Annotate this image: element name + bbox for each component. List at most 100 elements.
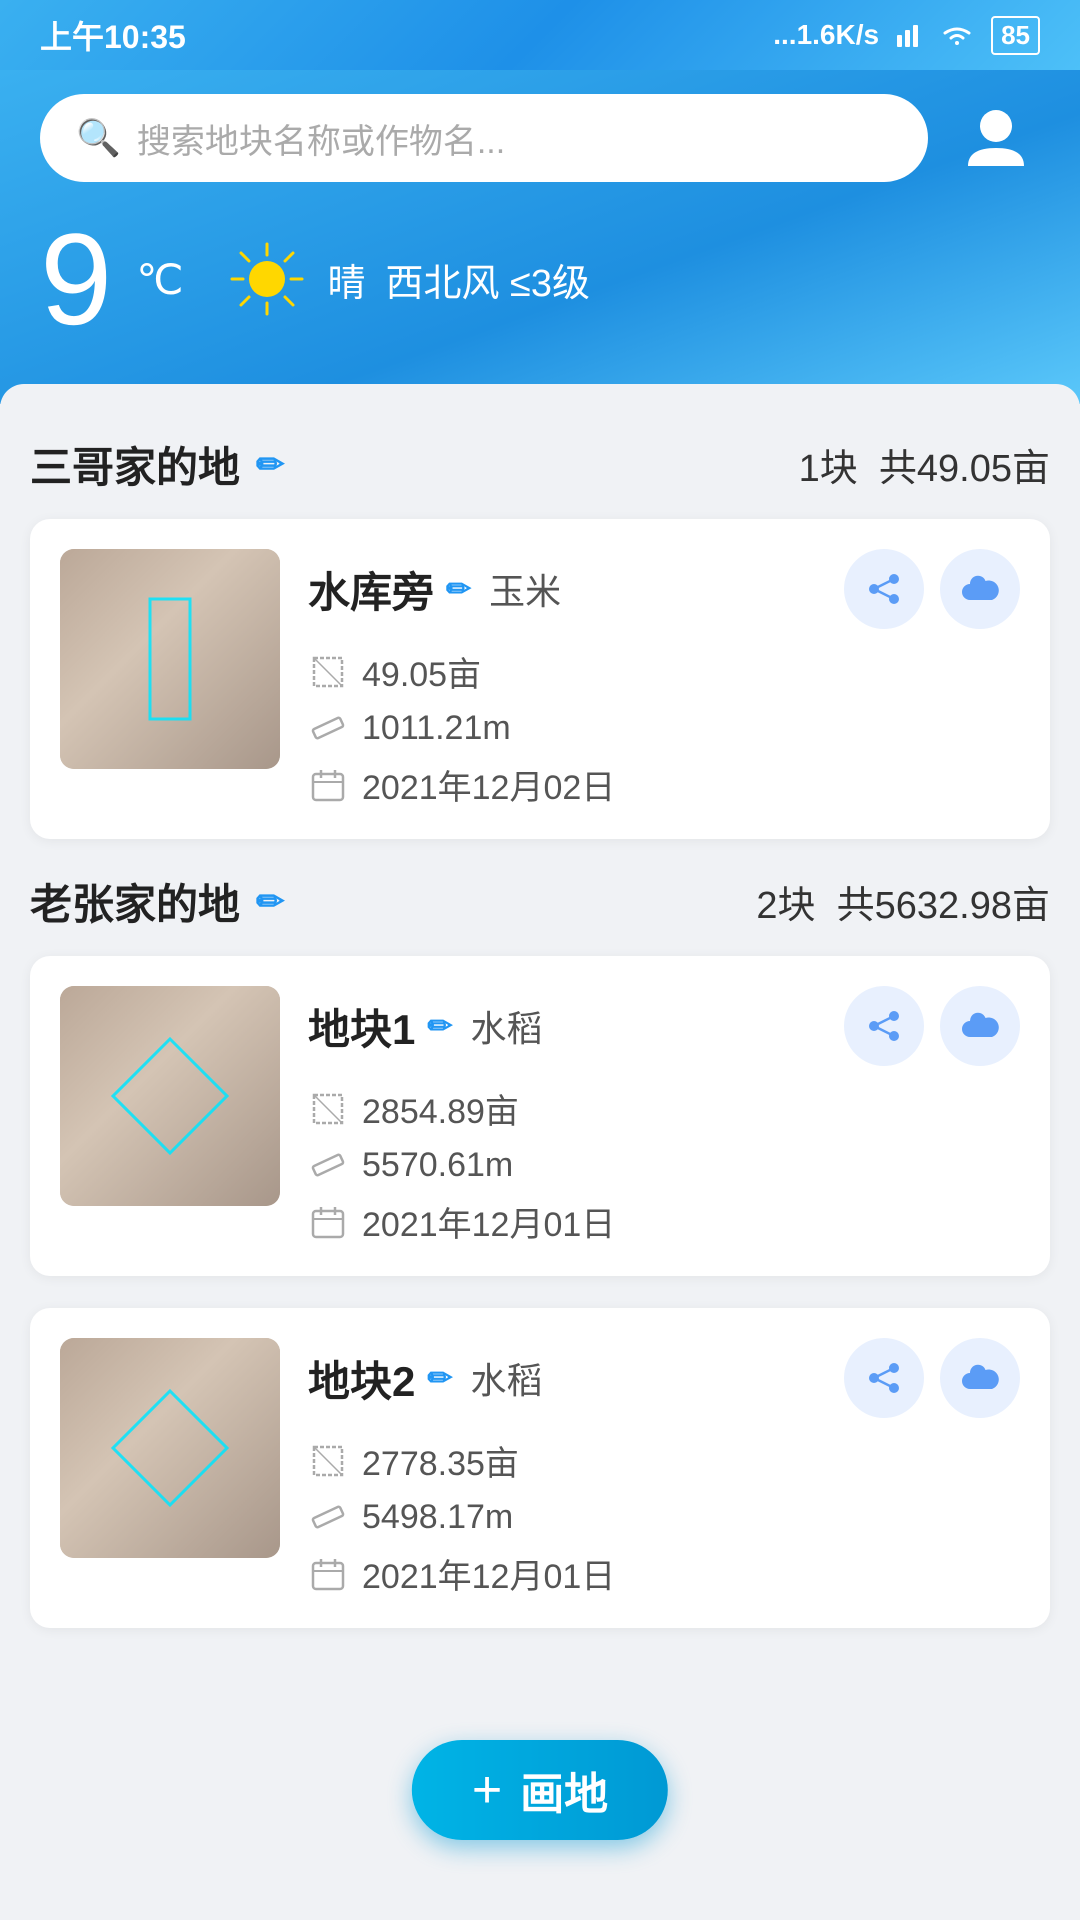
wifi-icon xyxy=(939,21,975,49)
user-icon[interactable] xyxy=(952,94,1040,182)
status-bar: 上午10:35 ...1.6K/s 85 xyxy=(0,0,1080,70)
field-card-3[interactable]: 地块2 ✏ 水稻 xyxy=(30,1308,1050,1628)
draw-plus-icon: + xyxy=(472,1760,502,1820)
field-edit-icon-2[interactable]: ✏ xyxy=(427,1009,452,1044)
signal-icon xyxy=(895,21,923,49)
header: 🔍 搜索地块名称或作物名... 9 ℃ xyxy=(0,70,1080,404)
ruler-svg-icon-1 xyxy=(310,710,346,746)
temperature: 9 xyxy=(40,214,112,344)
field-edit-icon-1[interactable]: ✏ xyxy=(446,572,471,607)
field-outline-3 xyxy=(105,1383,235,1513)
temp-unit: ℃ xyxy=(136,255,183,304)
field-actions-2 xyxy=(844,986,1020,1066)
area-svg-icon-3 xyxy=(310,1443,346,1479)
weather-condition: 晴 xyxy=(327,252,365,307)
weather-details: 晴 西北风 ≤3级 xyxy=(227,239,590,319)
area-icon-1 xyxy=(308,652,348,692)
area-icon-3 xyxy=(308,1441,348,1481)
field-title-row-1: 水库旁 ✏ 玉米 xyxy=(308,549,1020,629)
group-stats-1: 1块 共49.05亩 xyxy=(799,437,1050,492)
cloud-button-1[interactable] xyxy=(940,549,1020,629)
cloud-icon-1 xyxy=(960,574,1000,604)
ruler-svg-icon-2 xyxy=(310,1147,346,1183)
field-thumbnail-2 xyxy=(60,986,280,1206)
group-title-2: 老张家的地 ✏ xyxy=(30,871,285,932)
meta-area-1: 49.05亩 xyxy=(308,647,1020,696)
weather-section: 9 ℃ 晴 西北风 ≤3级 xyxy=(40,214,1040,344)
area-svg-icon-2 xyxy=(310,1091,346,1127)
ruler-svg-icon-3 xyxy=(310,1499,346,1535)
field-card-2[interactable]: 地块1 ✏ 水稻 xyxy=(30,956,1050,1276)
field-outline-2 xyxy=(105,1031,235,1161)
search-box[interactable]: 🔍 搜索地块名称或作物名... xyxy=(40,94,928,182)
share-button-3[interactable] xyxy=(844,1338,924,1418)
search-icon: 🔍 xyxy=(76,117,121,159)
field-card-1[interactable]: 水库旁 ✏ 玉米 xyxy=(30,519,1050,839)
group-title-1: 三哥家的地 ✏ xyxy=(30,434,285,495)
ruler-icon-3 xyxy=(308,1497,348,1537)
share-button-2[interactable] xyxy=(844,986,924,1066)
field-title-row-3: 地块2 ✏ 水稻 xyxy=(308,1338,1020,1418)
field-meta-1: 49.05亩 1011.21m xyxy=(308,647,1020,809)
wind-info: 西北风 ≤3级 xyxy=(386,252,591,307)
network-speed: ...1.6K/s xyxy=(773,19,879,51)
ruler-icon-1 xyxy=(308,708,348,748)
field-info-3: 地块2 ✏ 水稻 xyxy=(308,1338,1020,1598)
field-edit-icon-3[interactable]: ✏ xyxy=(427,1361,452,1396)
cloud-icon-2 xyxy=(960,1011,1000,1041)
meta-perimeter-1: 1011.21m xyxy=(308,708,1020,748)
field-name-2: 地块1 ✏ 水稻 xyxy=(308,996,543,1057)
cloud-button-2[interactable] xyxy=(940,986,1020,1066)
field-name-1: 水库旁 ✏ 玉米 xyxy=(308,559,561,620)
group-name-2: 老张家的地 xyxy=(30,871,240,932)
group-edit-icon-2[interactable]: ✏ xyxy=(256,882,285,922)
cloud-icon-3 xyxy=(960,1363,1000,1393)
battery-level: 85 xyxy=(991,16,1040,55)
field-info-2: 地块1 ✏ 水稻 xyxy=(308,986,1020,1246)
group-header-2: 老张家的地 ✏ 2块 共5632.98亩 xyxy=(30,871,1050,932)
meta-perimeter-2: 5570.61m xyxy=(308,1145,1020,1185)
field-name-3: 地块2 ✏ 水稻 xyxy=(308,1348,543,1409)
field-meta-2: 2854.89亩 5570.61m xyxy=(308,1084,1020,1246)
draw-btn-label: 画地 xyxy=(520,1758,608,1822)
cloud-button-3[interactable] xyxy=(940,1338,1020,1418)
share-icon-3 xyxy=(866,1360,902,1396)
field-actions-3 xyxy=(844,1338,1020,1418)
sun-icon xyxy=(227,239,307,319)
group-stats-2: 2块 共5632.98亩 xyxy=(756,874,1050,929)
meta-date-1: 2021年12月02日 xyxy=(308,760,1020,809)
status-right: ...1.6K/s 85 xyxy=(773,16,1040,55)
calendar-svg-icon-3 xyxy=(310,1556,346,1592)
main-content: 三哥家的地 ✏ 1块 共49.05亩 水库旁 ✏ 玉米 xyxy=(0,384,1080,1748)
meta-date-3: 2021年12月01日 xyxy=(308,1549,1020,1598)
calendar-icon-1 xyxy=(308,765,348,805)
calendar-icon-2 xyxy=(308,1202,348,1242)
meta-date-2: 2021年12月01日 xyxy=(308,1197,1020,1246)
field-meta-3: 2778.35亩 5498.17m xyxy=(308,1436,1020,1598)
status-time: 上午10:35 xyxy=(40,12,186,58)
field-title-row-2: 地块1 ✏ 水稻 xyxy=(308,986,1020,1066)
ruler-icon-2 xyxy=(308,1145,348,1185)
calendar-svg-icon-1 xyxy=(310,767,346,803)
share-button-1[interactable] xyxy=(844,549,924,629)
group-name-1: 三哥家的地 xyxy=(30,434,240,495)
area-svg-icon-1 xyxy=(310,654,346,690)
meta-area-3: 2778.35亩 xyxy=(308,1436,1020,1485)
field-outline-1 xyxy=(130,589,210,729)
share-icon-2 xyxy=(866,1008,902,1044)
meta-area-2: 2854.89亩 xyxy=(308,1084,1020,1133)
calendar-svg-icon-2 xyxy=(310,1204,346,1240)
share-icon-1 xyxy=(866,571,902,607)
field-thumbnail-3 xyxy=(60,1338,280,1558)
field-actions-1 xyxy=(844,549,1020,629)
group-edit-icon-1[interactable]: ✏ xyxy=(256,445,285,485)
field-thumbnail-1 xyxy=(60,549,280,769)
user-avatar-icon xyxy=(960,102,1032,174)
draw-land-button[interactable]: + 画地 xyxy=(412,1740,668,1840)
calendar-icon-3 xyxy=(308,1554,348,1594)
search-row: 🔍 搜索地块名称或作物名... xyxy=(40,94,1040,182)
area-icon-2 xyxy=(308,1089,348,1129)
meta-perimeter-3: 5498.17m xyxy=(308,1497,1020,1537)
group-header-1: 三哥家的地 ✏ 1块 共49.05亩 xyxy=(30,434,1050,495)
search-placeholder: 搜索地块名称或作物名... xyxy=(137,114,505,163)
